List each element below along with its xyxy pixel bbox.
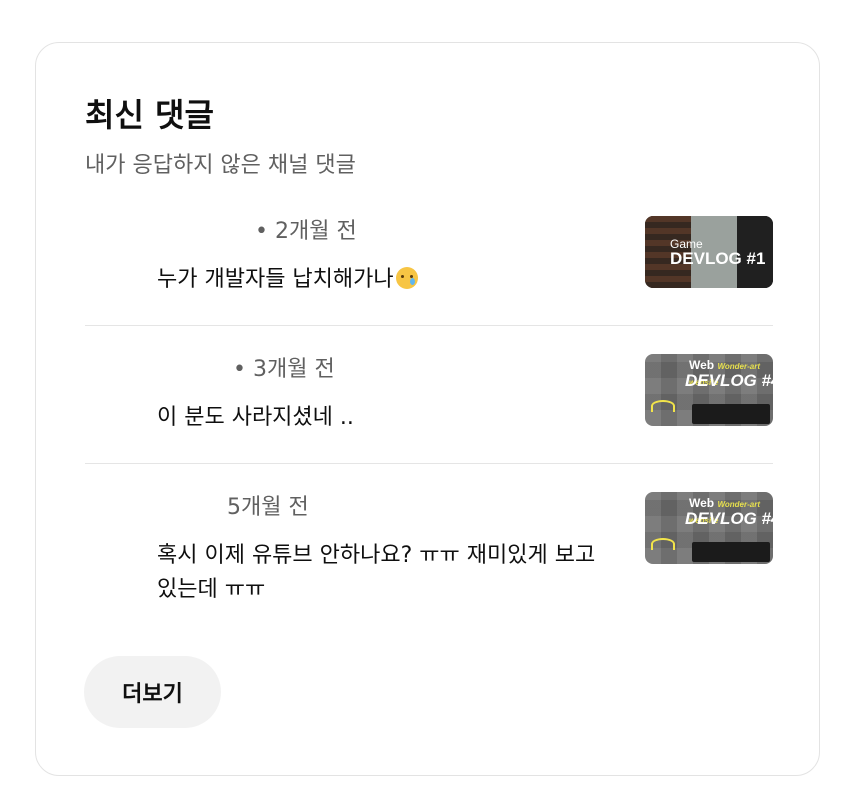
comment-item[interactable]: • 3개월 전 이 분도 사라지셨네 .. Web Wonder-art web… [85,353,773,463]
comment-text: 누가 개발자들 납치해가나 [157,267,394,292]
divider [85,325,773,326]
video-thumbnail[interactable]: Web Wonder-art website DEVLOG #4 [645,354,773,426]
video-thumbnail[interactable]: Web Wonder-art website DEVLOG #4 [645,492,773,564]
thumbnail-label-big: DEVLOG #1 [670,249,766,268]
thumbnail-accent [651,400,675,412]
thumbnail-document [692,542,770,562]
avatar[interactable] [85,357,147,419]
crying-face-icon [395,267,418,289]
comment-time: • 3개월 전 [233,357,335,382]
thumbnail-label-big: DEVLOG #4 [685,509,773,528]
thumbnail-document [692,404,770,424]
comment-text: 이 분도 사라지셨네 .. [157,405,354,430]
comment-item[interactable]: • 2개월 전 누가 개발자들 납치해가나 Game DEVLOG #1 [85,215,773,325]
thumbnail-label-big: DEVLOG #4 [685,371,773,390]
section-subtitle: 내가 응답하지 않은 채널 댓글 [85,153,356,178]
more-button[interactable]: 더보기 [84,656,221,728]
section-title: 최신 댓글 [85,96,214,134]
comment-item[interactable]: 5개월 전 혹시 이제 유튜브 안하나요? ㅠㅠ 재미있게 보고 있는데 ㅠㅠ … [85,491,773,641]
comment-time: 5개월 전 [227,495,309,520]
comment-text: 혹시 이제 유튜브 안하나요? ㅠㅠ 재미있게 보고 있는데 ㅠㅠ [157,543,596,602]
avatar[interactable] [85,495,147,557]
divider [85,463,773,464]
video-thumbnail[interactable]: Game DEVLOG #1 [645,216,773,288]
thumbnail-accent [651,538,675,550]
comment-time: • 2개월 전 [255,219,357,244]
comment-text-wrap: 누가 개발자들 납치해가나 [157,263,617,297]
avatar[interactable] [85,219,147,281]
